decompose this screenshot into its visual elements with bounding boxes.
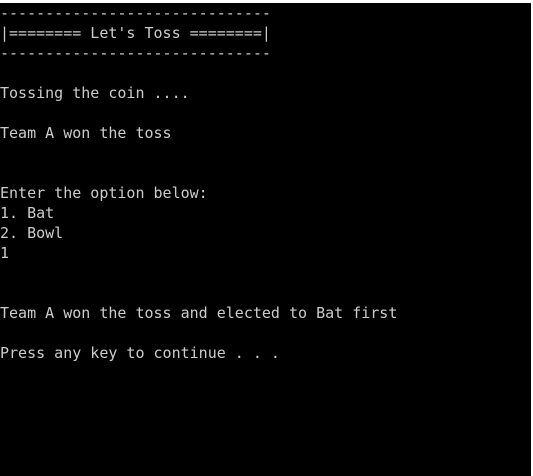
option-prompt: Enter the option below: [0,184,208,202]
tossing-message: Tossing the coin .... [0,84,190,102]
banner-top-border: ------------------------------ [0,4,271,22]
toss-result-message: Team A won the toss [0,124,172,142]
continue-prompt: Press any key to continue . . . [0,344,280,362]
user-input-echo: 1 [0,244,10,262]
console-window[interactable]: ------------------------------ |========… [0,3,531,476]
banner-bottom-border: ------------------------------ [0,44,271,62]
option-bowl: 2. Bowl [0,224,64,242]
decision-message: Team A won the toss and elected to Bat f… [0,304,398,322]
banner-title: |======== Let's Toss ========| [0,24,271,42]
console-output: ------------------------------ |========… [0,3,531,363]
option-bat: 1. Bat [0,204,55,222]
